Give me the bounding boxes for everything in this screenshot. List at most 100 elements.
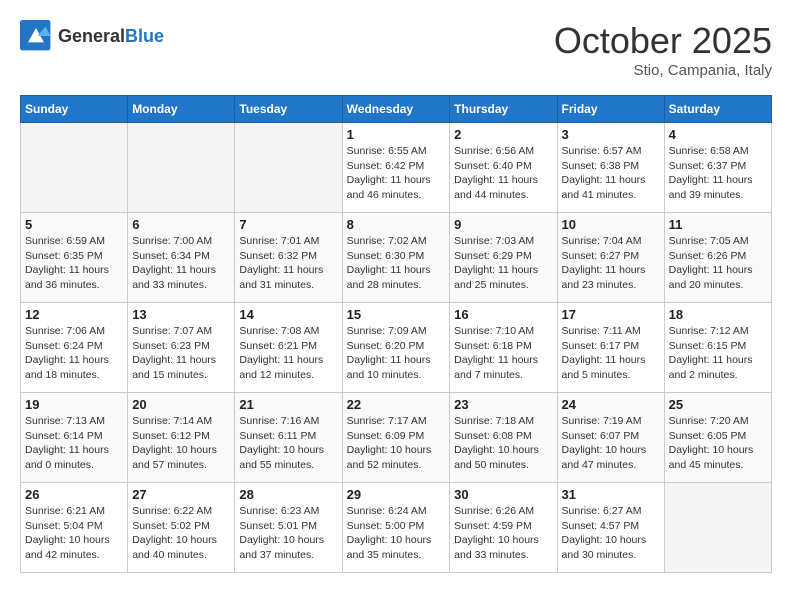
logo-general: General — [58, 26, 125, 47]
calendar-cell: 11 Sunrise: 7:05 AM Sunset: 6:26 PM Dayli… — [664, 213, 771, 303]
calendar-cell: 26 Sunrise: 6:21 AM Sunset: 5:04 PM Dayli… — [21, 483, 128, 573]
calendar-cell — [21, 123, 128, 213]
day-info: Sunrise: 7:13 AM Sunset: 6:14 PM Dayligh… — [25, 414, 123, 473]
day-number: 10 — [562, 217, 660, 232]
calendar-cell: 8Sunrise: 7:02 AM Sunset: 6:30 PM Daylig… — [342, 213, 450, 303]
weekday-header: Monday — [128, 96, 235, 123]
day-info: Sunrise: 7:05 AM Sunset: 6:26 PM Dayligh… — [669, 234, 767, 293]
calendar-cell: 12 Sunrise: 7:06 AM Sunset: 6:24 PM Dayli… — [21, 303, 128, 393]
day-info: Sunrise: 6:24 AM Sunset: 5:00 PM Dayligh… — [347, 504, 446, 563]
day-info: Sunrise: 6:57 AM Sunset: 6:38 PM Dayligh… — [562, 144, 660, 203]
calendar-cell: 30 Sunrise: 6:26 AM Sunset: 4:59 PM Dayli… — [450, 483, 557, 573]
day-number: 9 — [454, 217, 552, 232]
calendar-cell: 7Sunrise: 7:01 AM Sunset: 6:32 PM Daylig… — [235, 213, 342, 303]
day-info: Sunrise: 6:56 AM Sunset: 6:40 PM Dayligh… — [454, 144, 552, 203]
day-number: 31 — [562, 487, 660, 502]
day-info: Sunrise: 6:22 AM Sunset: 5:02 PM Dayligh… — [132, 504, 230, 563]
day-number: 24 — [562, 397, 660, 412]
calendar-week-row: 5 Sunrise: 6:59 AM Sunset: 6:35 PM Daylig… — [21, 213, 772, 303]
calendar-cell — [664, 483, 771, 573]
day-info: Sunrise: 7:14 AM Sunset: 6:12 PM Dayligh… — [132, 414, 230, 473]
day-info: Sunrise: 7:11 AM Sunset: 6:17 PM Dayligh… — [562, 324, 660, 383]
day-number: 19 — [25, 397, 123, 412]
day-info: Sunrise: 7:12 AM Sunset: 6:15 PM Dayligh… — [669, 324, 767, 383]
weekday-header: Saturday — [664, 96, 771, 123]
weekday-header: Wednesday — [342, 96, 450, 123]
day-info: Sunrise: 7:08 AM Sunset: 6:21 PM Dayligh… — [239, 324, 337, 383]
day-number: 23 — [454, 397, 552, 412]
location: Stio, Campania, Italy — [554, 62, 772, 79]
day-number: 6 — [132, 217, 230, 232]
month-title: October 2025 — [554, 20, 772, 62]
day-number: 5 — [25, 217, 123, 232]
calendar-week-row: 19 Sunrise: 7:13 AM Sunset: 6:14 PM Dayli… — [21, 393, 772, 483]
day-info: Sunrise: 6:23 AM Sunset: 5:01 PM Dayligh… — [239, 504, 337, 563]
day-info: Sunrise: 7:17 AM Sunset: 6:09 PM Dayligh… — [347, 414, 446, 473]
calendar-week-row: 12 Sunrise: 7:06 AM Sunset: 6:24 PM Dayli… — [21, 303, 772, 393]
day-number: 29 — [347, 487, 446, 502]
logo-icon — [20, 20, 52, 52]
calendar-cell — [128, 123, 235, 213]
day-number: 3 — [562, 127, 660, 142]
day-number: 27 — [132, 487, 230, 502]
calendar-cell: 6Sunrise: 7:00 AM Sunset: 6:34 PM Daylig… — [128, 213, 235, 303]
calendar-cell: 25 Sunrise: 7:20 AM Sunset: 6:05 PM Dayli… — [664, 393, 771, 483]
page-header: General Blue October 2025 Stio, Campania… — [20, 20, 772, 79]
day-number: 18 — [669, 307, 767, 322]
day-info: Sunrise: 7:02 AM Sunset: 6:30 PM Dayligh… — [347, 234, 446, 293]
day-info: Sunrise: 7:20 AM Sunset: 6:05 PM Dayligh… — [669, 414, 767, 473]
calendar-cell: 1Sunrise: 6:55 AM Sunset: 6:42 PM Daylig… — [342, 123, 450, 213]
day-number: 30 — [454, 487, 552, 502]
day-info: Sunrise: 7:09 AM Sunset: 6:20 PM Dayligh… — [347, 324, 446, 383]
day-info: Sunrise: 6:21 AM Sunset: 5:04 PM Dayligh… — [25, 504, 123, 563]
weekday-header: Sunday — [21, 96, 128, 123]
logo-text: General Blue — [58, 26, 164, 47]
calendar-cell: 27 Sunrise: 6:22 AM Sunset: 5:02 PM Dayli… — [128, 483, 235, 573]
calendar-cell: 29 Sunrise: 6:24 AM Sunset: 5:00 PM Dayli… — [342, 483, 450, 573]
day-info: Sunrise: 7:07 AM Sunset: 6:23 PM Dayligh… — [132, 324, 230, 383]
day-info: Sunrise: 7:04 AM Sunset: 6:27 PM Dayligh… — [562, 234, 660, 293]
day-number: 11 — [669, 217, 767, 232]
day-info: Sunrise: 6:55 AM Sunset: 6:42 PM Dayligh… — [347, 144, 446, 203]
calendar-cell: 23Sunrise: 7:18 AM Sunset: 6:08 PM Dayli… — [450, 393, 557, 483]
logo-blue: Blue — [125, 26, 164, 47]
calendar-cell — [235, 123, 342, 213]
calendar-cell: 14 Sunrise: 7:08 AM Sunset: 6:21 PM Dayli… — [235, 303, 342, 393]
calendar-cell: 10 Sunrise: 7:04 AM Sunset: 6:27 PM Dayli… — [557, 213, 664, 303]
day-info: Sunrise: 7:10 AM Sunset: 6:18 PM Dayligh… — [454, 324, 552, 383]
day-number: 14 — [239, 307, 337, 322]
calendar-cell: 24 Sunrise: 7:19 AM Sunset: 6:07 PM Dayli… — [557, 393, 664, 483]
calendar-table: SundayMondayTuesdayWednesdayThursdayFrid… — [20, 95, 772, 573]
calendar-cell: 31Sunrise: 6:27 AM Sunset: 4:57 PM Dayli… — [557, 483, 664, 573]
calendar-cell: 22 Sunrise: 7:17 AM Sunset: 6:09 PM Dayli… — [342, 393, 450, 483]
calendar-cell: 2 Sunrise: 6:56 AM Sunset: 6:40 PM Daylig… — [450, 123, 557, 213]
calendar-cell: 16Sunrise: 7:10 AM Sunset: 6:18 PM Dayli… — [450, 303, 557, 393]
title-block: October 2025 Stio, Campania, Italy — [554, 20, 772, 79]
day-number: 12 — [25, 307, 123, 322]
day-info: Sunrise: 6:59 AM Sunset: 6:35 PM Dayligh… — [25, 234, 123, 293]
day-number: 25 — [669, 397, 767, 412]
calendar-cell: 13Sunrise: 7:07 AM Sunset: 6:23 PM Dayli… — [128, 303, 235, 393]
day-number: 15 — [347, 307, 446, 322]
day-info: Sunrise: 7:19 AM Sunset: 6:07 PM Dayligh… — [562, 414, 660, 473]
day-number: 21 — [239, 397, 337, 412]
calendar-cell: 15 Sunrise: 7:09 AM Sunset: 6:20 PM Dayli… — [342, 303, 450, 393]
day-info: Sunrise: 6:58 AM Sunset: 6:37 PM Dayligh… — [669, 144, 767, 203]
weekday-header-row: SundayMondayTuesdayWednesdayThursdayFrid… — [21, 96, 772, 123]
day-info: Sunrise: 7:16 AM Sunset: 6:11 PM Dayligh… — [239, 414, 337, 473]
day-info: Sunrise: 6:26 AM Sunset: 4:59 PM Dayligh… — [454, 504, 552, 563]
day-number: 26 — [25, 487, 123, 502]
calendar-cell: 4 Sunrise: 6:58 AM Sunset: 6:37 PM Daylig… — [664, 123, 771, 213]
day-number: 7 — [239, 217, 337, 232]
calendar-cell: 20Sunrise: 7:14 AM Sunset: 6:12 PM Dayli… — [128, 393, 235, 483]
logo: General Blue — [20, 20, 164, 52]
calendar-cell: 3 Sunrise: 6:57 AM Sunset: 6:38 PM Daylig… — [557, 123, 664, 213]
day-number: 4 — [669, 127, 767, 142]
weekday-header: Friday — [557, 96, 664, 123]
day-number: 2 — [454, 127, 552, 142]
weekday-header: Tuesday — [235, 96, 342, 123]
calendar-cell: 19 Sunrise: 7:13 AM Sunset: 6:14 PM Dayli… — [21, 393, 128, 483]
day-number: 17 — [562, 307, 660, 322]
day-number: 22 — [347, 397, 446, 412]
day-info: Sunrise: 7:06 AM Sunset: 6:24 PM Dayligh… — [25, 324, 123, 383]
